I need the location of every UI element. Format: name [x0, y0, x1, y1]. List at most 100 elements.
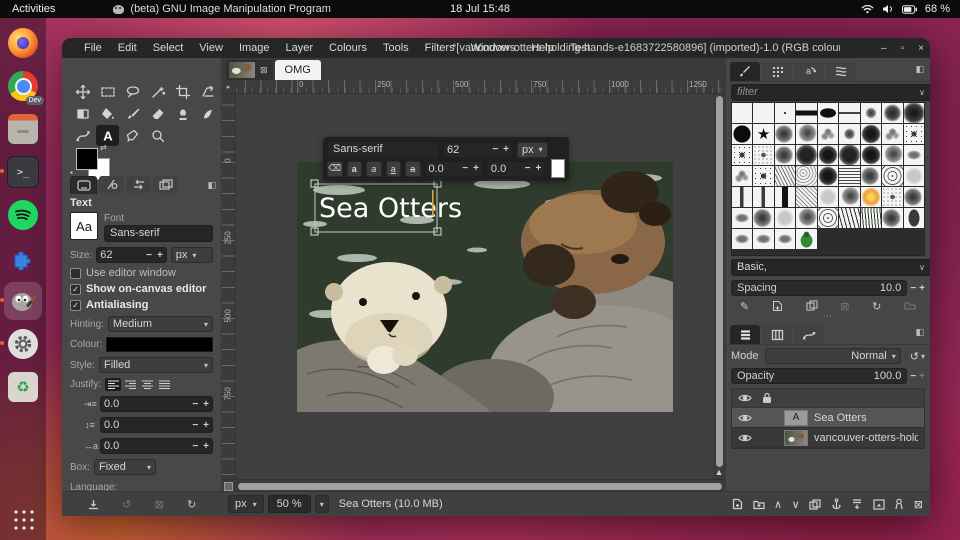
tab-brushes[interactable] — [730, 62, 760, 81]
kerning-increase-icon[interactable]: + — [535, 163, 541, 174]
text-colour-swatch[interactable] — [106, 337, 213, 352]
edit-brush-icon[interactable]: ✎ — [740, 300, 749, 313]
transform-tool-icon[interactable] — [196, 81, 219, 102]
brush-blob2[interactable] — [796, 208, 816, 228]
horizontal-scroll-thumb[interactable] — [238, 483, 722, 490]
letter-spacing-increase-icon[interactable]: + — [203, 441, 209, 452]
brush-circle[interactable] — [732, 124, 752, 144]
close-button[interactable]: × — [918, 43, 924, 54]
text-font-field[interactable]: Sans-serif — [327, 141, 439, 158]
canvas-image[interactable]: Sea Otters — [297, 162, 673, 412]
bold-icon[interactable]: a — [347, 161, 363, 177]
vertical-scroll-thumb[interactable] — [716, 96, 723, 467]
system-tray[interactable]: 68 % — [861, 0, 950, 18]
brush-wisp[interactable] — [732, 166, 752, 186]
new-layer-icon[interactable] — [732, 498, 743, 510]
ink-tool-icon[interactable] — [121, 125, 144, 146]
indent-decrease-icon[interactable]: − — [192, 399, 198, 410]
duplicate-brush-icon[interactable] — [806, 300, 818, 313]
size-increase-icon[interactable]: + — [157, 250, 163, 261]
justify-right-icon[interactable] — [122, 378, 138, 391]
tab-tool-options[interactable] — [70, 176, 97, 194]
brush-hlines[interactable] — [839, 166, 859, 186]
brush-blob[interactable] — [753, 208, 773, 228]
brush-blob[interactable] — [904, 187, 924, 207]
foreground-color-swatch[interactable] — [76, 148, 98, 170]
clone-tool-icon[interactable] — [171, 103, 194, 124]
close-icon[interactable]: ⊠ — [258, 65, 270, 76]
opacity-decrease-icon[interactable]: − — [910, 371, 916, 382]
vertical-scrollbar[interactable]: ▲ — [713, 94, 725, 479]
baseline-increase-icon[interactable]: + — [473, 163, 479, 174]
brush-blobdark[interactable] — [861, 145, 881, 165]
menu-image[interactable]: Image — [231, 42, 278, 54]
opacity-slider[interactable]: Opacity 100.0 — [731, 368, 907, 384]
font-picker-button[interactable]: Aa — [70, 212, 98, 240]
unit-dropdown[interactable]: px ▾ — [228, 495, 264, 513]
indent-spinner[interactable]: 0.0 − + — [100, 396, 213, 412]
tab-layers[interactable] — [730, 325, 760, 344]
brush-swirl[interactable] — [818, 208, 838, 228]
tab-undo-history[interactable] — [126, 176, 151, 193]
paintbrush-tool-icon[interactable] — [121, 103, 144, 124]
tab-channels[interactable] — [762, 325, 792, 344]
letter-spacing-spinner[interactable]: 0.0 − + — [100, 438, 213, 454]
brush-speck[interactable] — [753, 166, 773, 186]
brush-speck[interactable] — [732, 145, 752, 165]
new-brush-icon[interactable] — [772, 300, 783, 313]
add-layer-mask-icon[interactable] — [894, 498, 904, 510]
raise-layer-icon[interactable]: ∧ — [774, 498, 782, 511]
dock-item-files[interactable] — [4, 110, 42, 148]
paths-tool-icon[interactable] — [71, 125, 94, 146]
visibility-eye-icon[interactable] — [738, 393, 752, 403]
brush-blob[interactable] — [775, 124, 795, 144]
menu-file[interactable]: File — [76, 42, 110, 54]
ruler-origin-icon[interactable]: ▸ — [222, 80, 236, 93]
brush-grass[interactable] — [861, 208, 881, 228]
canvas-viewport[interactable]: Sea Otters Sans-serif 62 − + — [236, 94, 713, 479]
delete-brush-icon[interactable]: ⊠ — [840, 300, 849, 313]
italic-icon[interactable]: a — [366, 161, 382, 177]
kerning-spinner[interactable]: 0.0 − + — [487, 161, 545, 177]
text-size-spinner[interactable]: 62 − + — [443, 142, 513, 158]
blend-space-reset[interactable]: ↺ ▾ — [905, 350, 925, 363]
brush-faint[interactable] — [818, 187, 838, 207]
menu-colours[interactable]: Colours — [321, 42, 375, 54]
delete-layer-icon[interactable]: ⊠ — [914, 498, 923, 511]
kerning-decrease-icon[interactable]: − — [525, 163, 531, 174]
brush-vstroke[interactable] — [753, 187, 773, 207]
brush-smear[interactable] — [732, 229, 752, 249]
brush-fuzz3[interactable] — [904, 103, 924, 123]
brush-blobdark[interactable] — [861, 124, 881, 144]
brush-dense[interactable] — [839, 145, 859, 165]
visibility-eye-icon[interactable] — [738, 413, 752, 423]
quick-mask-toggle[interactable] — [222, 481, 235, 492]
reset-tool-options-icon[interactable]: ↻ — [187, 498, 196, 511]
dock-tab-menu-icon[interactable]: ◧ — [207, 180, 216, 191]
brush-speck[interactable] — [904, 124, 924, 144]
strikethrough-icon[interactable]: a — [405, 161, 421, 177]
box-dropdown[interactable]: Fixed ▾ — [94, 459, 156, 475]
spacing-slider[interactable]: Spacing 10.0 — [731, 280, 907, 296]
swap-colors-icon[interactable]: ⇄ — [100, 143, 107, 152]
layer-to-image-size-icon[interactable] — [873, 499, 885, 510]
line-spacing-decrease-icon[interactable]: − — [192, 420, 198, 431]
brush-bar[interactable] — [796, 103, 816, 123]
brush-fuzz2[interactable] — [882, 103, 902, 123]
brush-group-dropdown[interactable]: Basic, — [731, 259, 930, 276]
show-on-canvas-editor-checkbox[interactable]: ✓ — [70, 284, 81, 295]
brush-speck2[interactable] — [882, 187, 902, 207]
brush-scratch[interactable] — [775, 166, 795, 186]
brush-blank[interactable] — [753, 103, 773, 123]
brush-noise[interactable] — [796, 166, 816, 186]
brush-blob2[interactable] — [882, 145, 902, 165]
brush-vdark[interactable] — [775, 187, 795, 207]
text-color-swatch[interactable] — [551, 159, 565, 178]
refresh-brushes-icon[interactable]: ↻ — [872, 300, 881, 313]
menu-view[interactable]: View — [191, 42, 231, 54]
move-tool-icon[interactable] — [71, 81, 94, 102]
activities-button[interactable]: Activities — [12, 3, 55, 15]
dock-item-extensions[interactable] — [4, 239, 42, 277]
text-size-decrease-icon[interactable]: − — [492, 144, 498, 155]
lock-icon[interactable] — [762, 392, 772, 404]
